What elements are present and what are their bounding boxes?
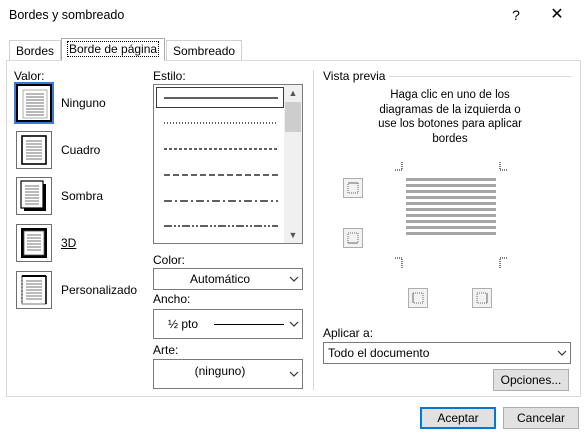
preview-hint-line: bordes bbox=[432, 132, 468, 145]
setting-none-label: Ninguno bbox=[61, 96, 106, 110]
color-label: Color: bbox=[153, 253, 186, 267]
setting-3d-icon bbox=[16, 224, 52, 262]
style-label: Estilo: bbox=[153, 69, 186, 83]
dialog-title: Bordes y sombreado bbox=[9, 8, 125, 22]
color-select[interactable]: Automático bbox=[153, 268, 303, 290]
right-border-icon bbox=[476, 292, 488, 304]
chevron-down-icon bbox=[285, 310, 302, 338]
art-select[interactable]: (ninguno) bbox=[153, 359, 303, 389]
tab-bordes-label: Bordes bbox=[16, 44, 55, 58]
width-select[interactable]: ½ pto bbox=[153, 309, 303, 339]
style-list[interactable] bbox=[153, 84, 303, 244]
setting-custom-label: Personalizado bbox=[61, 283, 138, 297]
setting-box-label: Cuadro bbox=[61, 143, 101, 157]
style-options bbox=[164, 97, 278, 227]
preview-hint-line: Haga clic en uno de los bbox=[390, 89, 510, 101]
tab-sombreado-label: Sombreado bbox=[173, 44, 236, 58]
preview-hint-line: use los botones para aplicar bbox=[378, 118, 522, 130]
preview-rule bbox=[389, 76, 571, 77]
chevron-down-icon bbox=[553, 343, 570, 363]
setting-3d-label: 3D bbox=[61, 236, 77, 250]
top-border-icon bbox=[347, 182, 359, 194]
top-border-button[interactable] bbox=[343, 178, 363, 198]
setting-3d[interactable]: 3D bbox=[16, 224, 136, 264]
settings-label: Valor: bbox=[14, 69, 45, 83]
width-line-preview bbox=[214, 324, 284, 325]
scroll-down-icon[interactable]: ▼ bbox=[284, 229, 302, 241]
chevron-down-icon bbox=[285, 269, 302, 289]
close-button[interactable]: ✕ bbox=[542, 2, 572, 28]
setting-shadow-label: Sombra bbox=[61, 189, 104, 203]
preview-hint: Haga clic en uno de los diagramas de la … bbox=[340, 88, 560, 146]
setting-custom[interactable]: Personalizado bbox=[16, 271, 138, 311]
scrollbar-thumb[interactable] bbox=[285, 102, 301, 132]
setting-box[interactable]: Cuadro bbox=[16, 131, 136, 171]
width-value: ½ pto bbox=[168, 317, 199, 331]
setting-none-icon bbox=[16, 84, 52, 122]
setting-shadow-icon bbox=[16, 177, 52, 215]
cancel-button[interactable]: Cancelar bbox=[503, 407, 579, 429]
help-button[interactable]: ? bbox=[502, 2, 530, 28]
ok-button[interactable]: Aceptar bbox=[420, 407, 496, 429]
setting-box-icon bbox=[16, 131, 52, 169]
tab-bordes[interactable]: Bordes bbox=[9, 40, 62, 60]
tab-borde-de-pagina[interactable]: Borde de página bbox=[61, 38, 166, 61]
width-label: Ancho: bbox=[153, 292, 191, 306]
section-divider bbox=[313, 70, 314, 390]
art-label: Arte: bbox=[153, 343, 179, 357]
color-value: Automático bbox=[189, 272, 251, 286]
bottom-border-icon bbox=[347, 232, 359, 244]
left-border-icon bbox=[412, 292, 424, 304]
tab-strip: Bordes Borde de página Sombreado bbox=[0, 38, 587, 62]
apply-to-label: Aplicar a: bbox=[323, 326, 374, 340]
apply-to-value: Todo el documento bbox=[328, 346, 430, 360]
options-button[interactable]: Opciones... bbox=[493, 369, 569, 391]
chevron-down-icon bbox=[285, 360, 302, 388]
setting-custom-icon bbox=[16, 271, 52, 309]
art-value: (ninguno) bbox=[194, 364, 246, 378]
preview-label: Vista previa bbox=[323, 69, 386, 83]
setting-none[interactable]: Ninguno bbox=[16, 84, 136, 124]
bottom-border-button[interactable] bbox=[343, 228, 363, 248]
tab-borde-de-pagina-label: Borde de página bbox=[66, 41, 160, 57]
preview-page bbox=[394, 162, 508, 268]
setting-shadow[interactable]: Sombra bbox=[16, 177, 136, 217]
apply-to-select[interactable]: Todo el documento bbox=[323, 342, 571, 364]
preview-hint-line: diagramas de la izquierda o bbox=[379, 103, 521, 116]
scroll-up-icon[interactable]: ▲ bbox=[284, 87, 302, 99]
left-border-button[interactable] bbox=[408, 288, 428, 308]
right-border-button[interactable] bbox=[472, 288, 492, 308]
tab-sombreado[interactable]: Sombreado bbox=[166, 40, 243, 60]
